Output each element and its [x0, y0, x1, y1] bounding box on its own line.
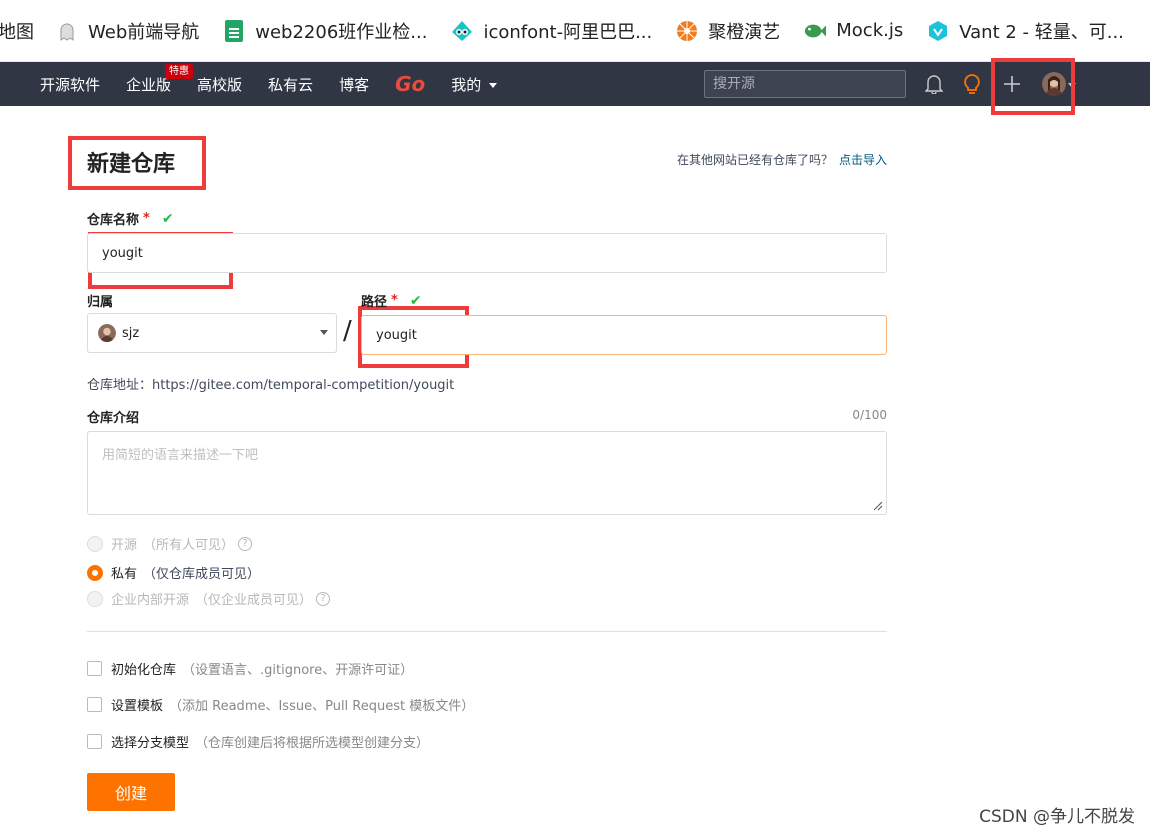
- path-separator: /: [343, 316, 352, 346]
- nav-enterprise-label: 企业版: [126, 75, 172, 94]
- bookmarks-bar: 地图 Web前端导航 web2206班作业检... iconfont-阿里巴巴.…: [0, 0, 1150, 62]
- checkbox-hint: （仓库创建后将根据所选模型创建分支）: [195, 736, 430, 751]
- intro-placeholder: 用简短的语言来描述一下吧: [102, 448, 259, 463]
- checkbox[interactable]: [87, 697, 102, 712]
- owner-value: sjz: [122, 325, 140, 341]
- divider: [87, 631, 887, 632]
- owner-avatar: [98, 324, 116, 342]
- bookmark-iconfont[interactable]: iconfont-阿里巴巴...: [451, 18, 652, 44]
- caret-down-icon: [489, 82, 498, 88]
- path-input[interactable]: yougit: [361, 315, 887, 355]
- checkbox-label: 初始化仓库: [111, 663, 177, 678]
- nav-go[interactable]: Go: [395, 72, 425, 96]
- import-prompt-text: 在其他网站已经有仓库了吗？: [676, 153, 833, 167]
- radio-button-selected[interactable]: [87, 564, 103, 581]
- search-input[interactable]: 搜开源: [704, 70, 906, 98]
- bookmark-label: web2206班作业检...: [255, 21, 428, 43]
- intro-label: 仓库介绍: [87, 411, 140, 426]
- option-init-repo[interactable]: 初始化仓库 （设置语言、.gitignore、开源许可证）: [87, 659, 413, 678]
- check-icon: ✔: [409, 292, 422, 309]
- checkbox-label: 设置模板: [111, 699, 164, 714]
- intro-counter: 0/100: [852, 408, 887, 422]
- top-navbar: 开源软件 企业版 特惠 高校版 私有云 博客 Go 我的 搜开源: [0, 62, 1150, 106]
- help-icon[interactable]: ?: [316, 591, 331, 606]
- owner-label: 归属: [87, 295, 114, 310]
- bookmark-map[interactable]: 地图: [0, 18, 34, 44]
- radio-hint: （仅仓库成员可见）: [143, 567, 261, 582]
- bookmark-vant[interactable]: Vant 2 - 轻量、可...: [927, 18, 1124, 44]
- option-branch-model[interactable]: 选择分支模型 （仓库创建后将根据所选模型创建分支）: [87, 732, 429, 751]
- bookmark-juchen[interactable]: 聚橙演艺: [676, 18, 780, 44]
- radio-hint: （所有人可见）: [143, 538, 235, 553]
- ghost-icon: [56, 20, 78, 42]
- iconfont-icon: [451, 20, 473, 42]
- lightbulb-icon[interactable]: [960, 72, 984, 96]
- resize-handle-icon[interactable]: [873, 501, 883, 511]
- page-title: 新建仓库: [87, 152, 176, 177]
- intro-textarea[interactable]: 用简短的语言来描述一下吧: [87, 431, 887, 515]
- radio-label: 企业内部开源: [111, 593, 190, 608]
- bookmark-label: Mock.js: [836, 20, 904, 41]
- option-template[interactable]: 设置模板 （添加 Readme、Issue、Pull Request 模板文件）: [87, 695, 474, 714]
- import-link[interactable]: 点击导入: [839, 153, 887, 167]
- radio-label: 开源: [111, 538, 138, 553]
- checkbox[interactable]: [87, 734, 102, 749]
- bookmark-web-nav[interactable]: Web前端导航: [56, 18, 199, 44]
- bookmark-label: Vant 2 - 轻量、可...: [959, 21, 1124, 43]
- check-icon: ✔: [161, 210, 174, 227]
- checkbox-label: 选择分支模型: [111, 736, 190, 751]
- checkbox-hint: （设置语言、.gitignore、开源许可证）: [182, 663, 414, 678]
- path-label: 路径 * ✔: [361, 291, 422, 311]
- radio-enterprise-internal[interactable]: 企业内部开源 （仅企业成员可见） ?: [87, 589, 331, 608]
- help-icon[interactable]: ?: [238, 536, 253, 551]
- required-mark: *: [143, 211, 150, 226]
- bookmark-label: iconfont-阿里巴巴...: [483, 21, 653, 43]
- highlight-box-create: [991, 58, 1075, 115]
- promo-badge: 特惠: [165, 63, 194, 79]
- nav-open-source[interactable]: 开源软件: [40, 74, 100, 95]
- repo-name-label-text: 仓库名称: [87, 213, 140, 228]
- nav-education[interactable]: 高校版: [197, 74, 242, 95]
- bookmark-label: 聚橙演艺: [708, 21, 781, 43]
- chevron-down-icon: [320, 330, 328, 335]
- checkbox-hint: （添加 Readme、Issue、Pull Request 模板文件）: [169, 699, 475, 714]
- watermark: CSDN @争儿不脱发: [979, 807, 1135, 827]
- radio-button[interactable]: [87, 590, 103, 607]
- radio-hint: （仅企业成员可见）: [195, 593, 313, 608]
- bookmark-homework[interactable]: web2206班作业检...: [223, 18, 427, 44]
- sheet-icon: [223, 19, 245, 42]
- repo-name-label: 仓库名称 * ✔: [87, 209, 174, 229]
- radio-label: 私有: [111, 567, 138, 582]
- bookmark-mockjs[interactable]: Mock.js: [804, 20, 903, 42]
- path-label-text: 路径: [361, 295, 388, 310]
- radio-button[interactable]: [87, 535, 103, 552]
- fish-icon: [804, 20, 827, 42]
- bookmark-label: Web前端导航: [88, 21, 200, 43]
- nav-enterprise[interactable]: 企业版 特惠: [126, 63, 194, 95]
- orange-icon: [676, 20, 698, 42]
- vant-icon: [927, 20, 949, 42]
- nav-mine[interactable]: 我的: [451, 74, 498, 95]
- owner-select[interactable]: sjz: [87, 313, 337, 353]
- nav-mine-label: 我的: [451, 75, 482, 94]
- radio-open-source[interactable]: 开源 （所有人可见） ?: [87, 534, 253, 553]
- bookmark-label: 地图: [0, 21, 34, 43]
- bell-icon[interactable]: [922, 72, 946, 96]
- import-prompt: 在其他网站已经有仓库了吗？ 点击导入: [677, 151, 887, 168]
- radio-private[interactable]: 私有 （仅仓库成员可见）: [87, 563, 260, 582]
- required-mark: *: [391, 293, 398, 308]
- nav-blog[interactable]: 博客: [339, 74, 369, 95]
- repo-name-input[interactable]: yougit: [87, 233, 887, 273]
- nav-private-cloud[interactable]: 私有云: [268, 74, 313, 95]
- checkbox[interactable]: [87, 661, 102, 676]
- create-button[interactable]: 创建: [87, 773, 175, 811]
- repo-address: 仓库地址：https://gitee.com/temporal-competit…: [87, 378, 455, 393]
